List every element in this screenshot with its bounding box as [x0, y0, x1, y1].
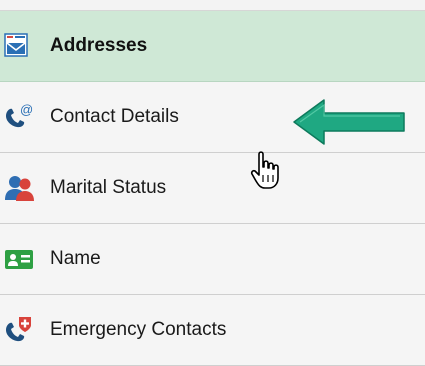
phone-cross-icon: [4, 315, 38, 345]
phone-at-icon: @: [4, 102, 38, 132]
nav-item-label: Contact Details: [50, 106, 179, 127]
nav-item-marital-status[interactable]: Marital Status: [0, 153, 425, 224]
nav-item-label: Emergency Contacts: [50, 319, 227, 340]
personal-details-nav: Addresses @ Contact Details Marital Stat…: [0, 11, 425, 366]
nav-item-label: Marital Status: [50, 177, 167, 198]
nav-item-emergency-contacts[interactable]: Emergency Contacts: [0, 295, 425, 366]
svg-text:@: @: [20, 102, 33, 117]
arrow-left-icon: [293, 99, 405, 145]
nav-item-label: Name: [50, 248, 101, 269]
nav-item-addresses[interactable]: Addresses: [0, 11, 425, 82]
people-icon: [4, 173, 38, 203]
nav-item-label: Addresses: [50, 35, 148, 56]
nav-item-name[interactable]: Name: [0, 224, 425, 295]
envelope-icon: [4, 31, 38, 61]
id-card-icon: [4, 244, 38, 274]
list-top-edge: [0, 0, 425, 11]
hand-pointer-icon: [250, 151, 279, 189]
